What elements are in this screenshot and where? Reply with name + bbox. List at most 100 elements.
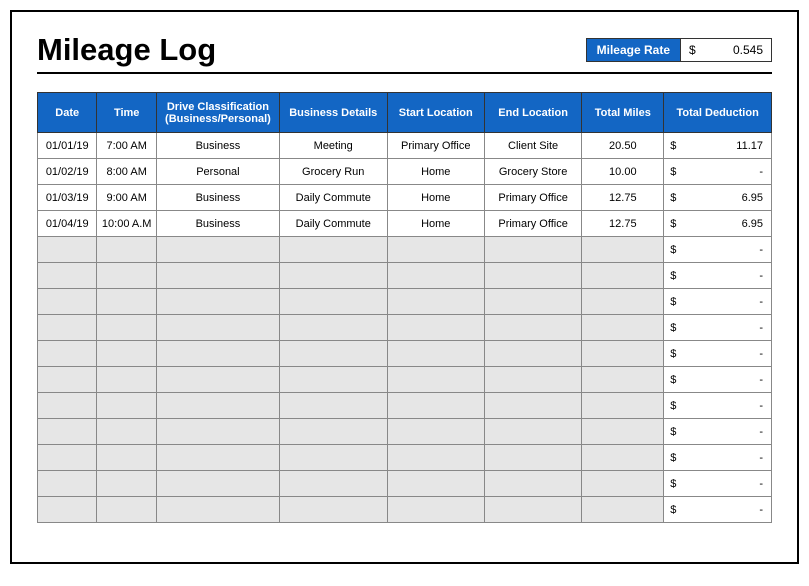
cell-start[interactable] [387,393,484,419]
cell-classification[interactable] [156,263,279,289]
cell-classification[interactable] [156,315,279,341]
cell-date[interactable] [38,289,97,315]
cell-time[interactable] [97,263,156,289]
cell-deduction[interactable]: $11.17 [664,133,772,159]
cell-date[interactable] [38,367,97,393]
cell-details[interactable] [279,497,387,523]
cell-miles[interactable] [582,367,664,393]
cell-time[interactable]: 8:00 AM [97,159,156,185]
cell-time[interactable]: 7:00 AM [97,133,156,159]
cell-end[interactable] [484,315,581,341]
cell-end[interactable] [484,445,581,471]
cell-start[interactable] [387,315,484,341]
cell-miles[interactable]: 12.75 [582,211,664,237]
cell-start[interactable] [387,471,484,497]
cell-date[interactable] [38,445,97,471]
cell-deduction[interactable]: $6.95 [664,185,772,211]
cell-details[interactable] [279,237,387,263]
cell-start[interactable]: Primary Office [387,133,484,159]
cell-details[interactable] [279,315,387,341]
cell-miles[interactable] [582,445,664,471]
cell-deduction[interactable]: $6.95 [664,211,772,237]
cell-time[interactable] [97,289,156,315]
cell-classification[interactable]: Business [156,185,279,211]
cell-deduction[interactable]: $- [664,263,772,289]
cell-miles[interactable] [582,393,664,419]
cell-details[interactable] [279,289,387,315]
cell-time[interactable] [97,497,156,523]
cell-deduction[interactable]: $- [664,159,772,185]
cell-classification[interactable] [156,237,279,263]
cell-date[interactable] [38,263,97,289]
cell-start[interactable]: Home [387,159,484,185]
cell-deduction[interactable]: $- [664,367,772,393]
cell-start[interactable] [387,419,484,445]
cell-details[interactable] [279,341,387,367]
cell-end[interactable]: Primary Office [484,185,581,211]
cell-deduction[interactable]: $- [664,445,772,471]
cell-miles[interactable] [582,315,664,341]
cell-classification[interactable]: Business [156,211,279,237]
cell-end[interactable] [484,289,581,315]
cell-start[interactable] [387,367,484,393]
cell-details[interactable] [279,445,387,471]
cell-end[interactable] [484,497,581,523]
cell-date[interactable] [38,237,97,263]
cell-time[interactable] [97,393,156,419]
cell-end[interactable]: Grocery Store [484,159,581,185]
cell-miles[interactable] [582,237,664,263]
cell-start[interactable] [387,445,484,471]
cell-deduction[interactable]: $- [664,471,772,497]
cell-date[interactable] [38,497,97,523]
cell-miles[interactable] [582,471,664,497]
cell-date[interactable]: 01/04/19 [38,211,97,237]
cell-deduction[interactable]: $- [664,393,772,419]
cell-start[interactable] [387,341,484,367]
cell-date[interactable]: 01/03/19 [38,185,97,211]
cell-details[interactable]: Grocery Run [279,159,387,185]
cell-end[interactable] [484,393,581,419]
cell-start[interactable]: Home [387,185,484,211]
cell-end[interactable] [484,471,581,497]
cell-date[interactable]: 01/02/19 [38,159,97,185]
cell-miles[interactable] [582,497,664,523]
cell-start[interactable] [387,237,484,263]
cell-end[interactable] [484,237,581,263]
cell-details[interactable] [279,393,387,419]
cell-end[interactable]: Primary Office [484,211,581,237]
cell-deduction[interactable]: $- [664,237,772,263]
cell-date[interactable] [38,419,97,445]
cell-classification[interactable] [156,289,279,315]
cell-classification[interactable] [156,497,279,523]
cell-date[interactable] [38,341,97,367]
cell-end[interactable] [484,419,581,445]
cell-details[interactable]: Meeting [279,133,387,159]
cell-miles[interactable]: 12.75 [582,185,664,211]
cell-start[interactable] [387,497,484,523]
cell-classification[interactable] [156,393,279,419]
cell-deduction[interactable]: $- [664,419,772,445]
cell-end[interactable] [484,263,581,289]
cell-time[interactable] [97,315,156,341]
cell-classification[interactable]: Personal [156,159,279,185]
cell-miles[interactable]: 10.00 [582,159,664,185]
cell-end[interactable]: Client Site [484,133,581,159]
cell-date[interactable] [38,315,97,341]
cell-miles[interactable] [582,263,664,289]
cell-time[interactable] [97,419,156,445]
cell-miles[interactable] [582,289,664,315]
cell-details[interactable]: Daily Commute [279,185,387,211]
cell-deduction[interactable]: $- [664,289,772,315]
cell-deduction[interactable]: $- [664,315,772,341]
cell-details[interactable] [279,419,387,445]
cell-start[interactable] [387,289,484,315]
cell-classification[interactable] [156,471,279,497]
cell-time[interactable] [97,445,156,471]
cell-end[interactable] [484,341,581,367]
cell-deduction[interactable]: $- [664,341,772,367]
cell-classification[interactable]: Business [156,133,279,159]
cell-classification[interactable] [156,419,279,445]
cell-time[interactable] [97,341,156,367]
cell-details[interactable] [279,471,387,497]
cell-details[interactable]: Daily Commute [279,211,387,237]
